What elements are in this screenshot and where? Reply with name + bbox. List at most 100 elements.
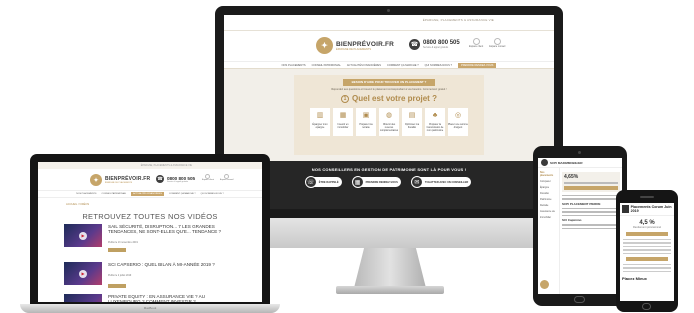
video-title[interactable]: PRIVATE EQUITY : EN ASSURANCE VIE ? AU L… (108, 294, 228, 302)
product-title: SCI Capimmo (562, 218, 582, 222)
tablet-home-button (574, 296, 585, 303)
video-thumbnail[interactable]: ▶ (64, 294, 102, 302)
site-header: ✦ BIENPRÉVOIR.FR ÉPARGNE DE PLACEMENTS ☎… (224, 31, 554, 61)
phone-speaker (640, 196, 654, 198)
logo-tagline: ÉPARGNE DE PLACEMENTS (105, 182, 133, 184)
site-logo[interactable]: ✦ BIENPRÉVOIR.FR ÉPARGNE DE PLACEMENTS (316, 37, 394, 54)
tablet-camera (578, 151, 581, 154)
chat-button[interactable]: ✉ TCHATTER AVEC UN CONSEILLER (410, 176, 472, 188)
laptop-top-bar: ÉPARGNE, PLACEMENTS & ASSURANCE VIE (38, 162, 262, 169)
callback-button[interactable]: ☏ ÊTRE RAPPELÉ (304, 176, 342, 188)
tree-icon: ♣ (432, 112, 438, 119)
text-line (623, 263, 671, 266)
product-logo-icon (622, 205, 629, 213)
user-icon (472, 38, 480, 45)
imac-foot (336, 286, 444, 294)
project-card[interactable]: ▣ Préparer ma retraite (356, 108, 376, 136)
video-item[interactable]: ▶ PRIVATE EQUITY : EN ASSURANCE VIE ? AU… (64, 294, 234, 302)
video-date: Publié le 13 novembre 2019 (108, 241, 138, 244)
sidebar-item[interactable]: Épargne (540, 186, 557, 189)
tablet-sidebar: Nos placements Comparer Épargne Fiscalit… (538, 168, 560, 294)
sidebar-item[interactable]: Immobilier (540, 216, 557, 219)
espace-conseil-label: Espace conseil (489, 45, 506, 48)
site-logo[interactable]: ✦ BIENPRÉVOIR.FR ÉPARGNE DE PLACEMENTS (90, 174, 150, 186)
chat-label: TCHATTER AVEC UN CONSEILLER (424, 180, 469, 184)
nav-rendez-vous[interactable]: PRENDRE RENDEZ-VOUS (458, 62, 497, 68)
nav-actualites[interactable]: ACTUALITÉS FINANCIÈRES (347, 64, 381, 67)
project-card[interactable]: ▥ Épargner mon épargne (310, 108, 330, 136)
video-thumbnail[interactable]: ▶ (64, 224, 102, 247)
video-button[interactable] (108, 248, 126, 252)
video-title[interactable]: SCI CAPSERIO : QUEL BILAN À MI-ANNÉE 201… (108, 262, 228, 267)
phone-contact[interactable]: ☎ 0800 800 505 Service & appel gratuits (409, 39, 460, 50)
text-line (562, 207, 620, 209)
sidebar-item[interactable]: Retraite (540, 204, 557, 207)
logo-name: BIENPRÉVOIR.FR (336, 40, 395, 48)
header-links: Espace client Espace conseil (469, 38, 505, 48)
card-label: Placer une somme d'argent (448, 123, 468, 129)
document-icon: ▤ (408, 112, 416, 119)
sidebar-item[interactable]: Assurance vie (540, 210, 557, 213)
coins-icon: ◎ (454, 112, 462, 119)
laptop-header: ✦ BIENPRÉVOIR.FR ÉPARGNE DE PLACEMENTS ☎… (38, 169, 262, 191)
video-title[interactable]: SAIL SÉCURITÉ, DISRUPTION... 7 LES GRAND… (108, 224, 228, 234)
text-line (562, 198, 620, 200)
video-thumbnail[interactable]: ▶ (64, 262, 102, 285)
nav-conseil[interactable]: CONSEIL PATRIMONIAL (101, 193, 126, 195)
rate-block: 4,65% (562, 172, 620, 192)
project-card[interactable]: ▦ Investir en immobilier (333, 108, 353, 136)
card-label: Obtenir des revenus complémentaires (379, 123, 399, 132)
tablet-screen: SCPI MAXIMMOBILIER Nos placements Compar… (538, 158, 622, 294)
project-card[interactable]: ▤ Optimiser ma fiscalité (402, 108, 422, 136)
sidebar-item[interactable]: Nos placements (540, 171, 557, 177)
sidebar-item[interactable]: Comparer (540, 180, 557, 183)
breadcrumb[interactable]: ACCUEIL / VIDÉOS (66, 203, 262, 206)
nav-comment[interactable]: COMMENT ÇA MARCHE ? (387, 64, 419, 67)
phone-subscribe-button[interactable] (626, 232, 668, 236)
espace-conseil-link[interactable]: Espace conseil (489, 38, 505, 48)
phone-rate-label: Rendement prévisionnel (633, 226, 661, 229)
video-item[interactable]: ▶ SAIL SÉCURITÉ, DISRUPTION... 7 LES GRA… (64, 224, 234, 254)
phone-header-title: Placements Corum Juin 2019 (630, 205, 672, 213)
project-card[interactable]: ◍ Obtenir des revenus complémentaires (379, 108, 399, 136)
espace-conseil-link[interactable]: Espace conseil (220, 174, 233, 181)
espace-client-link[interactable]: Espace client (202, 174, 214, 181)
video-item[interactable]: ▶ SCI CAPSERIO : QUEL BILAN À MI-ANNÉE 2… (64, 262, 234, 292)
text-line (623, 270, 671, 273)
sidebar-item[interactable]: Patrimoine (540, 198, 557, 201)
video-button[interactable] (108, 284, 126, 288)
calendar-icon: ▣ (362, 112, 370, 119)
subscribe-button[interactable] (564, 185, 618, 190)
text-line (623, 242, 671, 244)
project-card[interactable]: ♣ Préparer la transmission de mon patrimo… (425, 108, 445, 136)
nav-comment[interactable]: COMMENT ÇA MARCHE ? (169, 193, 196, 195)
project-card[interactable]: ◎ Placer une somme d'argent (448, 108, 468, 136)
text-line (623, 245, 671, 248)
appointment-button[interactable]: ▦ PRENDRE RENDEZ-VOUS (351, 176, 401, 188)
sidebar-item[interactable]: Fiscalité (540, 192, 557, 195)
nav-conseil[interactable]: CONSEIL PATRIMONIAL (312, 64, 341, 67)
laptop-base: MacBook (20, 304, 280, 313)
main-nav: NOS PLACEMENTS CONSEIL PATRIMONIAL ACTUA… (224, 61, 554, 69)
phone-cta-button[interactable] (626, 256, 668, 261)
text-line (562, 224, 620, 226)
laptop-display: ÉPARGNE, PLACEMENTS & ASSURANCE VIE ✦ BI… (30, 154, 270, 304)
nav-actualites[interactable]: ACTUALITÉS FINANCIÈRES (131, 192, 164, 196)
espace-client-link[interactable]: Espace client (469, 38, 483, 48)
nav-placements[interactable]: NOS PLACEMENTS (282, 64, 306, 67)
text-line (562, 211, 620, 213)
play-icon: ▶ (79, 301, 87, 302)
play-icon: ▶ (79, 269, 87, 278)
text-line (562, 214, 620, 216)
phone-callback-icon: ☏ (304, 176, 317, 188)
tablet-content: 4,65% SCPI PLACEMENT PIERRE SCI Capimmo (562, 172, 620, 231)
text-line (623, 239, 671, 241)
phone-contact[interactable]: ☎ 0800 800 505 Service & appel gratuits (156, 175, 195, 183)
nav-qui[interactable]: QUI SOMMES-NOUS ? (425, 64, 452, 67)
project-cards: ▥ Épargner mon épargne ▦ Investir en immob… (294, 108, 484, 136)
nav-placements[interactable]: NOS PLACEMENTS (76, 193, 96, 195)
espace-client-label: Espace client (469, 45, 484, 48)
nav-qui[interactable]: QUI SOMMES-NOUS ? (201, 193, 224, 195)
imac-stand (354, 248, 426, 288)
chat-fab-button[interactable] (540, 280, 549, 289)
